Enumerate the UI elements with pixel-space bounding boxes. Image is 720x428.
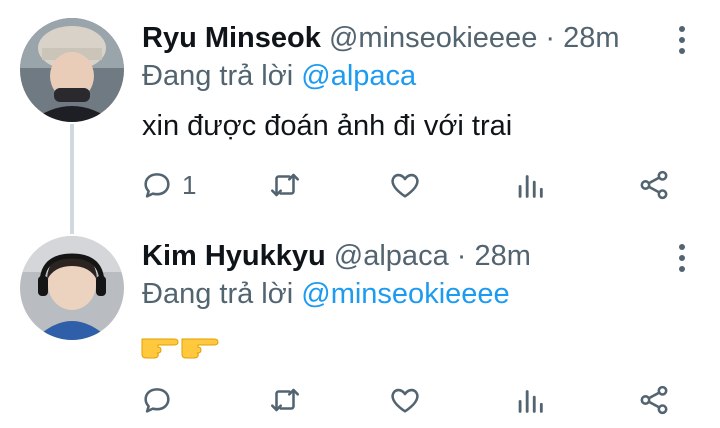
replying-to-label: Đang trả lời (142, 60, 294, 92)
action-bar: 1 (140, 165, 676, 205)
views-icon (518, 390, 543, 413)
share-button[interactable] (637, 165, 671, 205)
avatar[interactable] (20, 18, 124, 122)
display-name[interactable]: Kim Hyukkyu (142, 240, 326, 272)
replying-to-label: Đang trả lời (142, 278, 294, 310)
display-name[interactable]: Ryu Minseok (142, 22, 321, 54)
reply-button[interactable]: 1 (140, 165, 196, 205)
reply-button[interactable] (140, 380, 182, 420)
reply-count: 1 (182, 169, 197, 200)
tweet[interactable]: Kim Hyukkyu @alpaca · 28m Đang trả lời @… (0, 218, 720, 428)
reply-icon (144, 173, 170, 198)
share-button[interactable] (637, 380, 671, 420)
retweet-button[interactable] (268, 165, 310, 205)
more-icon[interactable] (674, 240, 690, 276)
like-icon (391, 388, 419, 413)
more-icon[interactable] (674, 22, 690, 58)
avatar[interactable] (20, 236, 124, 340)
tweet-text: xin được đoán ảnh đi với trai (142, 110, 513, 142)
reply-icon (144, 388, 170, 413)
timestamp[interactable]: 28m (475, 240, 531, 272)
retweet-button[interactable] (268, 380, 310, 420)
pointing-right-emoji: 👉👉 (141, 338, 219, 359)
tweet[interactable]: Ryu Minseok @minseokieeee · 28m Đang trả… (0, 0, 720, 218)
mention-link[interactable]: @minseokieeee (301, 278, 509, 310)
user-handle[interactable]: @minseokieeee (329, 22, 537, 54)
action-bar (140, 380, 676, 420)
retweet-icon (270, 173, 300, 197)
retweet-icon (270, 388, 300, 412)
views-icon (518, 175, 543, 198)
user-handle[interactable]: @alpaca (334, 240, 449, 272)
tweet-header: Kim Hyukkyu @alpaca · 28m (142, 238, 660, 274)
like-icon (391, 173, 419, 198)
like-button[interactable] (388, 380, 430, 420)
mention-link[interactable]: @alpaca (301, 60, 416, 92)
replying-to: Đang trả lời @minseokieeee (142, 276, 510, 312)
share-icon (640, 385, 668, 415)
share-icon (640, 170, 668, 200)
separator: · (456, 240, 467, 272)
separator: · (545, 22, 556, 54)
timestamp[interactable]: 28m (563, 22, 619, 54)
like-button[interactable] (388, 165, 430, 205)
tweet-header: Ryu Minseok @minseokieeee · 28m (142, 20, 660, 56)
views-button[interactable] (513, 380, 547, 420)
views-button[interactable] (513, 165, 547, 205)
replying-to: Đang trả lời @alpaca (142, 58, 416, 94)
